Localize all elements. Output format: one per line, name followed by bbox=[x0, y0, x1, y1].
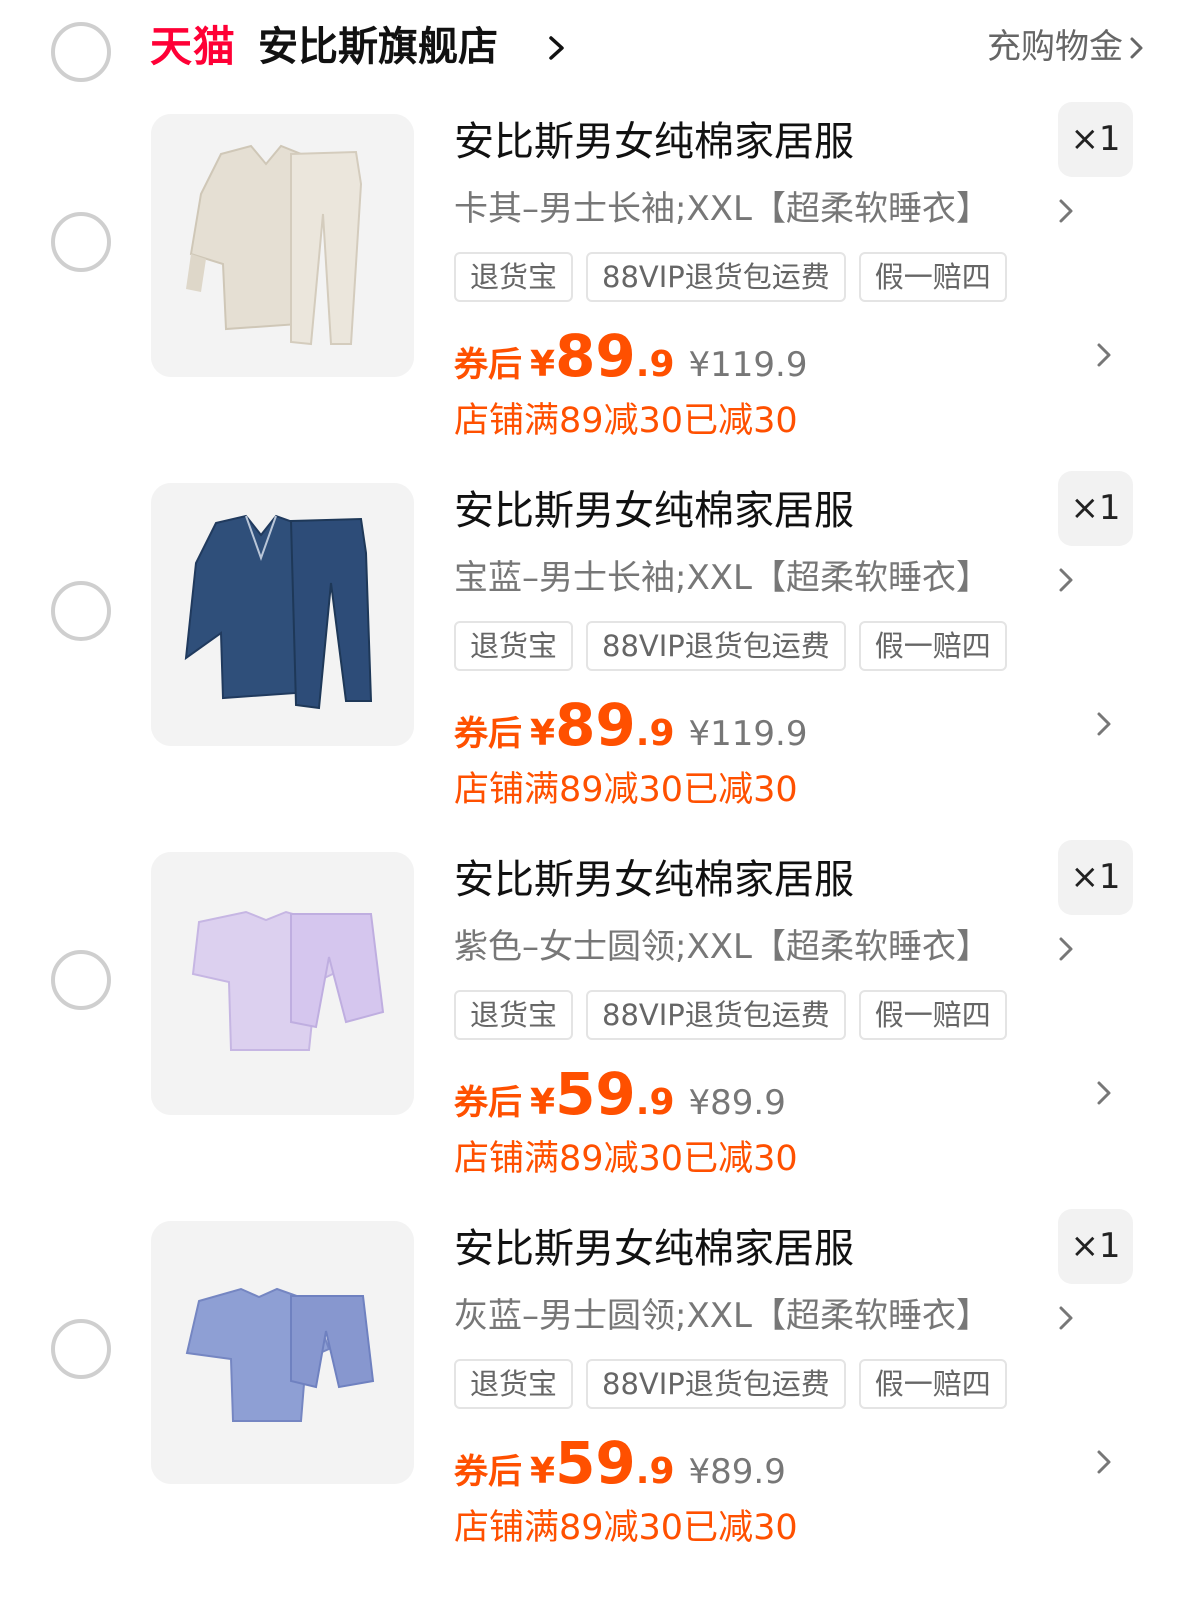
price-decimal: .9 bbox=[635, 344, 675, 385]
currency-symbol: ¥ bbox=[530, 1082, 556, 1123]
quantity-badge[interactable]: ×1 bbox=[1058, 1209, 1133, 1284]
currency-symbol: ¥ bbox=[530, 344, 556, 385]
price-decimal: .9 bbox=[635, 1082, 675, 1123]
product-title[interactable]: 安比斯男女纯棉家居服 bbox=[454, 114, 854, 170]
sku-selector[interactable]: 灰蓝–男士圆领;XXL【超柔软睡衣】 bbox=[454, 1291, 990, 1341]
price-integer: 59 bbox=[555, 1060, 636, 1128]
sku-selector[interactable]: 紫色–女士圆领;XXL【超柔软睡衣】 bbox=[454, 922, 990, 972]
chevron-right-icon[interactable] bbox=[1096, 711, 1112, 737]
price-row: 券后 ¥ 89 .9 ¥119.9 bbox=[454, 322, 807, 392]
item-select-checkbox[interactable] bbox=[51, 1319, 111, 1379]
buy-credit-link[interactable]: 充购物金 bbox=[987, 24, 1123, 70]
coupon-label: 券后 bbox=[454, 345, 522, 385]
product-image[interactable] bbox=[151, 1221, 414, 1484]
store-header: 天猫 安比斯旗舰店 充购物金 bbox=[0, 0, 1179, 100]
service-tag: 88VIP退货包运费 bbox=[586, 621, 846, 671]
price-decimal: .9 bbox=[635, 713, 675, 754]
item-select-checkbox[interactable] bbox=[51, 950, 111, 1010]
chevron-right-icon[interactable] bbox=[1058, 567, 1074, 593]
original-price: ¥89.9 bbox=[688, 1083, 786, 1123]
service-tag: 退货宝 bbox=[454, 1359, 574, 1409]
sku-selector[interactable]: 宝蓝–男士长袖;XXL【超柔软睡衣】 bbox=[454, 553, 990, 603]
chevron-right-icon[interactable] bbox=[1058, 1305, 1074, 1331]
chevron-right-icon[interactable] bbox=[1058, 198, 1074, 224]
service-tag: 假一赔四 bbox=[858, 621, 1007, 671]
store-select-checkbox[interactable] bbox=[51, 22, 111, 82]
coupon-label: 券后 bbox=[454, 714, 522, 754]
price-integer: 59 bbox=[555, 1429, 636, 1497]
service-tag: 假一赔四 bbox=[858, 1359, 1007, 1409]
original-price: ¥119.9 bbox=[688, 345, 808, 385]
cart-item: 安比斯男女纯棉家居服 ×1 灰蓝–男士圆领;XXL【超柔软睡衣】 退货宝 88VI… bbox=[0, 1209, 1179, 1601]
chevron-right-icon[interactable] bbox=[1096, 1080, 1112, 1106]
product-title[interactable]: 安比斯男女纯棉家居服 bbox=[454, 483, 854, 539]
service-tag: 88VIP退货包运费 bbox=[586, 990, 846, 1040]
cart-page: 天猫 安比斯旗舰店 充购物金 安比斯男女纯棉家居服 ×1 卡其–男士长袖;XXL… bbox=[0, 0, 1179, 1618]
tmall-logo: 天猫 bbox=[150, 22, 237, 71]
store-name-link[interactable]: 安比斯旗舰店 bbox=[258, 22, 498, 72]
store-promo-text: 店铺满89减30已减30 bbox=[454, 770, 798, 810]
chevron-right-icon[interactable] bbox=[1129, 36, 1145, 60]
service-tag: 退货宝 bbox=[454, 252, 574, 302]
quantity-badge[interactable]: ×1 bbox=[1058, 471, 1133, 546]
cart-item: 安比斯男女纯棉家居服 ×1 宝蓝–男士长袖;XXL【超柔软睡衣】 退货宝 88VI… bbox=[0, 471, 1179, 863]
store-promo-text: 店铺满89减30已减30 bbox=[454, 401, 798, 441]
chevron-right-icon[interactable] bbox=[548, 35, 566, 61]
price-row: 券后 ¥ 59 .9 ¥89.9 bbox=[454, 1429, 786, 1499]
product-image[interactable] bbox=[151, 852, 414, 1115]
service-tag: 退货宝 bbox=[454, 990, 574, 1040]
service-tags: 退货宝 88VIP退货包运费 假一赔四 bbox=[454, 252, 1007, 302]
price-row: 券后 ¥ 59 .9 ¥89.9 bbox=[454, 1060, 786, 1130]
store-promo-text: 店铺满89减30已减30 bbox=[454, 1508, 798, 1548]
price-integer: 89 bbox=[555, 322, 636, 390]
service-tags: 退货宝 88VIP退货包运费 假一赔四 bbox=[454, 990, 1007, 1040]
price-integer: 89 bbox=[555, 691, 636, 759]
service-tag: 88VIP退货包运费 bbox=[586, 252, 846, 302]
sku-selector[interactable]: 卡其–男士长袖;XXL【超柔软睡衣】 bbox=[454, 184, 990, 234]
service-tag: 假一赔四 bbox=[858, 252, 1007, 302]
product-image[interactable] bbox=[151, 483, 414, 746]
product-image[interactable] bbox=[151, 114, 414, 377]
chevron-right-icon[interactable] bbox=[1058, 936, 1074, 962]
chevron-right-icon[interactable] bbox=[1096, 342, 1112, 368]
service-tag: 假一赔四 bbox=[858, 990, 1007, 1040]
item-select-checkbox[interactable] bbox=[51, 212, 111, 272]
service-tags: 退货宝 88VIP退货包运费 假一赔四 bbox=[454, 621, 1007, 671]
service-tag: 退货宝 bbox=[454, 621, 574, 671]
price-decimal: .9 bbox=[635, 1451, 675, 1492]
chevron-right-icon[interactable] bbox=[1096, 1449, 1112, 1475]
original-price: ¥89.9 bbox=[688, 1452, 786, 1492]
quantity-badge[interactable]: ×1 bbox=[1058, 102, 1133, 177]
quantity-badge[interactable]: ×1 bbox=[1058, 840, 1133, 915]
currency-symbol: ¥ bbox=[530, 713, 556, 754]
original-price: ¥119.9 bbox=[688, 714, 808, 754]
price-row: 券后 ¥ 89 .9 ¥119.9 bbox=[454, 691, 807, 761]
item-select-checkbox[interactable] bbox=[51, 581, 111, 641]
store-promo-text: 店铺满89减30已减30 bbox=[454, 1139, 798, 1179]
coupon-label: 券后 bbox=[454, 1083, 522, 1123]
currency-symbol: ¥ bbox=[530, 1451, 556, 1492]
cart-item: 安比斯男女纯棉家居服 ×1 紫色–女士圆领;XXL【超柔软睡衣】 退货宝 88VI… bbox=[0, 840, 1179, 1232]
product-title[interactable]: 安比斯男女纯棉家居服 bbox=[454, 1221, 854, 1277]
cart-item: 安比斯男女纯棉家居服 ×1 卡其–男士长袖;XXL【超柔软睡衣】 退货宝 88VI… bbox=[0, 102, 1179, 494]
service-tag: 88VIP退货包运费 bbox=[586, 1359, 846, 1409]
coupon-label: 券后 bbox=[454, 1452, 522, 1492]
product-title[interactable]: 安比斯男女纯棉家居服 bbox=[454, 852, 854, 908]
service-tags: 退货宝 88VIP退货包运费 假一赔四 bbox=[454, 1359, 1007, 1409]
